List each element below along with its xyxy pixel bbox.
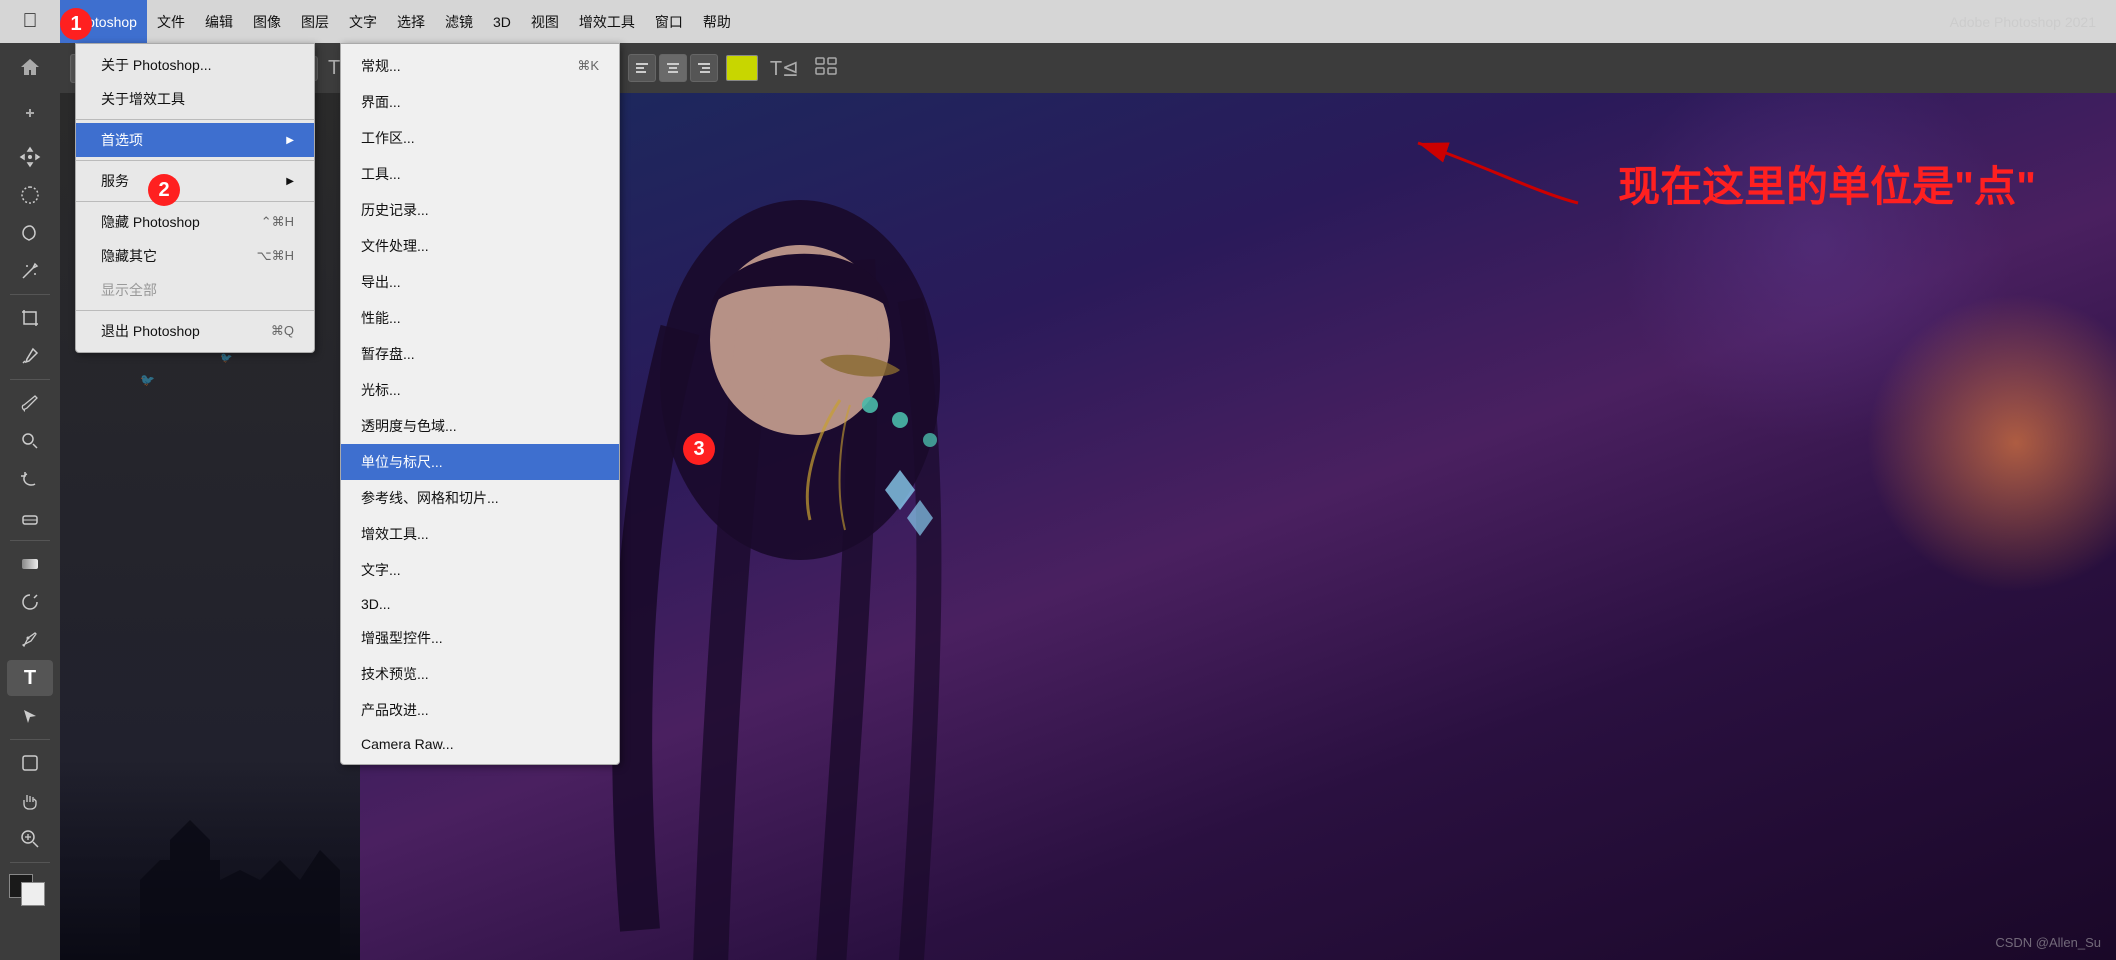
prefs-tools[interactable]: 工具... [341,156,619,192]
prefs-cursors[interactable]: 光标... [341,372,619,408]
align-center-button[interactable] [659,54,687,82]
color-picker[interactable] [7,872,53,908]
photoshop-dropdown-menu: 关于 Photoshop... 关于增效工具 首选项 ▶ 2 服务 ▶ 隐藏 P… [75,43,315,353]
menu-separator-2 [76,160,314,161]
gradient-tool[interactable] [7,546,53,582]
preferences-submenu: 常规... ⌘K 界面... 工作区... 工具... 历史记录... 文件处理… [340,43,620,765]
prefs-type[interactable]: 文字... [341,552,619,588]
annotation-container: 现在这里的单位是"点" [1618,153,2036,214]
step-2: 2 [148,174,180,206]
prefs-file-handling[interactable]: 文件处理... [341,228,619,264]
menu-separator-4 [76,310,314,311]
prefs-3d[interactable]: 3D... [341,588,619,620]
type-tool[interactable]: T [7,660,53,696]
align-left-button[interactable] [628,54,656,82]
background-color[interactable] [21,882,45,906]
menubar:  Photoshop 文件 编辑 图像 图层 文字 选择 滤镜 3D 视图 增… [0,0,2116,43]
selection-tool[interactable] [7,177,53,213]
canvas-image: CSDN @Allen_Su [360,93,2116,960]
prefs-history[interactable]: 历史记录... [341,192,619,228]
menu-show-all[interactable]: 显示全部 [76,273,314,307]
menubar-plugins[interactable]: 增效工具 [569,0,645,43]
menubar-view[interactable]: 视图 [521,0,569,43]
menu-services[interactable]: 服务 ▶ [76,164,314,198]
hand-tool[interactable] [7,783,53,819]
menubar-file[interactable]: 文件 [147,0,195,43]
brush-tool[interactable] [7,385,53,421]
tool-separator-2 [10,379,50,380]
tools-panel: T [0,43,60,960]
blur-tool[interactable] [7,584,53,620]
warp-text-button[interactable]: T⊴ [766,56,803,81]
menu-hide-photoshop[interactable]: 隐藏 Photoshop ⌃⌘H [76,205,314,239]
menubar-3d[interactable]: 3D [483,0,521,43]
figure-silhouette [560,180,1160,960]
prefs-enhanced-controls[interactable]: 增强型控件... [341,620,619,656]
menubar-text[interactable]: 文字 [339,0,387,43]
prefs-interface[interactable]: 界面... [341,84,619,120]
app-title: Adobe Photoshop 2021 [1950,14,2116,30]
menubar-image[interactable]: 图像 [243,0,291,43]
bird-2: 🐦 [140,373,155,387]
menu-about-photoshop[interactable]: 关于 Photoshop... [76,48,314,82]
menu-separator-3 [76,201,314,202]
prefs-guides-grids[interactable]: 参考线、网格和切片... [341,480,619,516]
menu-quit-photoshop[interactable]: 退出 Photoshop ⌘Q [76,314,314,348]
align-right-button[interactable] [690,54,718,82]
prefs-transparency[interactable]: 透明度与色域... [341,408,619,444]
move-tool[interactable] [7,139,53,175]
align-buttons [628,54,718,82]
menu-preferences[interactable]: 首选项 ▶ [76,123,314,157]
menubar-edit[interactable]: 编辑 [195,0,243,43]
text-color-swatch[interactable] [726,55,758,81]
tool-separator-1 [10,294,50,295]
menu-about-plugins[interactable]: 关于增效工具 [76,82,314,116]
menubar-help[interactable]: 帮助 [693,0,741,43]
menu-separator-1 [76,119,314,120]
lasso-tool[interactable] [7,215,53,251]
eyedropper-tool[interactable] [7,338,53,374]
eraser-tool[interactable] [7,499,53,535]
tool-separator-3 [10,540,50,541]
apple-icon:  [23,10,38,33]
character-panel-button[interactable] [811,57,841,80]
menubar-layer[interactable]: 图层 [291,0,339,43]
prefs-plugins[interactable]: 增效工具... [341,516,619,552]
prefs-scratch-disks[interactable]: 暂存盘... [341,336,619,372]
bird-4: 🐦 [220,353,232,364]
prefs-export[interactable]: 导出... [341,264,619,300]
menu-hide-others[interactable]: 隐藏其它 ⌥⌘H [76,239,314,273]
menubar-filter[interactable]: 滤镜 [435,0,483,43]
zoom-tool[interactable] [7,821,53,857]
step-1: 1 [60,8,92,40]
tool-separator-5 [10,862,50,863]
prefs-workspace[interactable]: 工作区... [341,120,619,156]
watermark: CSDN @Allen_Su [1995,935,2101,950]
prefs-product-improvement[interactable]: 产品改进... [341,692,619,728]
prefs-general[interactable]: 常规... ⌘K [341,48,619,84]
step-3: 3 [683,433,715,465]
pen-tool[interactable] [7,622,53,658]
magic-wand-tool[interactable] [7,253,53,289]
tools-expand-button[interactable] [7,95,53,131]
menubar-window[interactable]: 窗口 [645,0,693,43]
clone-stamp-tool[interactable] [7,423,53,459]
path-select-tool[interactable] [7,698,53,734]
menubar-select[interactable]: 选择 [387,0,435,43]
crop-tool[interactable] [7,300,53,336]
history-brush-tool[interactable] [7,461,53,497]
apple-menu-button[interactable]:  [0,10,60,33]
annotation-text: 现在这里的单位是"点" [1618,153,2036,214]
shape-tool[interactable] [7,745,53,781]
tool-separator-4 [10,739,50,740]
prefs-units-rulers[interactable]: 单位与标尺... [341,444,619,480]
home-button[interactable] [7,49,53,85]
prefs-camera-raw[interactable]: Camera Raw... [341,728,619,760]
prefs-performance[interactable]: 性能... [341,300,619,336]
prefs-tech-preview[interactable]: 技术预览... [341,656,619,692]
